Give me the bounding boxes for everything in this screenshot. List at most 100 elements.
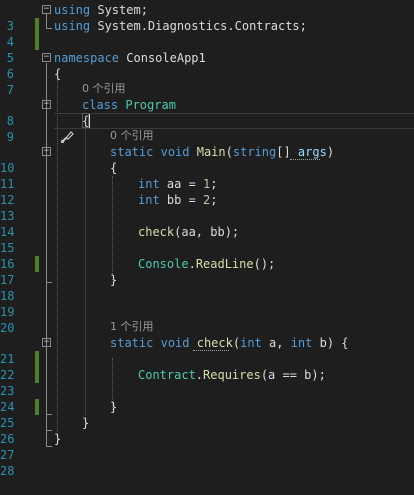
code-line[interactable]: 7 { xyxy=(0,66,414,97)
punct: ; xyxy=(210,177,218,191)
keyword: void xyxy=(160,145,190,159)
parameter: a, xyxy=(261,336,291,350)
punct: ) xyxy=(326,145,335,159)
method-name: ReadLine xyxy=(195,257,254,271)
code-line[interactable]: 13 int bb = 2; xyxy=(0,192,414,223)
line-number: 20 xyxy=(0,321,15,335)
code-line[interactable]: 23 Contract.Requires(a == b); xyxy=(0,367,414,398)
change-indicator xyxy=(35,399,39,415)
code-text[interactable]: } xyxy=(110,272,117,288)
code-line[interactable]: 14 xyxy=(0,208,414,239)
identifier: System xyxy=(97,3,141,17)
code-text[interactable]: { xyxy=(110,160,117,176)
quick-action-brush-icon[interactable] xyxy=(17,114,75,144)
punct: ( xyxy=(225,145,233,159)
code-line[interactable]: 5 xyxy=(0,34,414,65)
change-indicator xyxy=(35,34,39,50)
line-number: 7 xyxy=(6,83,14,97)
code-line[interactable]: 28 xyxy=(0,447,414,478)
fold-toggle-icon[interactable]: − xyxy=(42,100,51,109)
code-editor[interactable]: 3 − using System; 4 using System.Diagnos… xyxy=(0,0,414,478)
code-text[interactable]: static void check(int a, int b) { xyxy=(110,335,349,351)
punct: ; xyxy=(140,3,148,17)
punct: (); xyxy=(253,257,276,271)
line-number: 28 xyxy=(0,464,15,478)
identifier: bb = xyxy=(159,193,204,207)
codelens-references[interactable]: 1 个引用 xyxy=(110,319,154,335)
type-name: Console xyxy=(138,257,189,271)
identifier: ConsoleApp1 xyxy=(126,51,206,65)
code-line[interactable]: 25 } xyxy=(0,399,414,430)
code-line[interactable]: 16 xyxy=(0,240,414,271)
change-indicator xyxy=(35,351,39,367)
code-line[interactable]: 21 − static void check(int a, int b) { xyxy=(0,335,414,366)
keyword: class xyxy=(82,98,119,112)
code-text[interactable]: using System.Diagnostics.Contracts; xyxy=(54,18,307,34)
identifier: (aa, bb); xyxy=(174,225,240,239)
code-line[interactable]: 8 − class Program xyxy=(0,97,414,128)
code-text[interactable]: { xyxy=(54,66,61,82)
change-indicator xyxy=(35,256,39,272)
code-line[interactable]: 24 xyxy=(0,383,414,414)
code-text[interactable]: } xyxy=(82,415,89,431)
punct: ; xyxy=(210,193,218,207)
parameter: b) { xyxy=(312,336,349,350)
code-text[interactable]: using System; xyxy=(54,2,148,18)
keyword: static xyxy=(110,336,154,350)
punct: . xyxy=(195,368,204,382)
punct: ( xyxy=(232,336,241,350)
code-line[interactable]: 20 xyxy=(0,304,414,335)
code-line[interactable]: 3 − using System; xyxy=(0,2,414,33)
code-text[interactable]: } xyxy=(54,431,61,447)
codelens-references[interactable]: 0 个引用 xyxy=(110,128,154,144)
code-line[interactable]: 6 − namespace ConsoleApp1 xyxy=(0,50,414,81)
keyword: string xyxy=(232,145,277,159)
code-line[interactable]: 4 using System.Diagnostics.Contracts; xyxy=(0,18,414,49)
method-name: Requires xyxy=(203,368,261,382)
identifier: aa = xyxy=(159,177,204,191)
code-text[interactable]: int bb = 2; xyxy=(138,192,218,208)
change-indicator xyxy=(35,18,39,34)
keyword: static xyxy=(110,145,154,159)
method-name: Main xyxy=(196,145,226,159)
codelens-references[interactable]: 0 个引用 xyxy=(82,81,126,97)
identifier: (a == b); xyxy=(260,368,326,382)
fold-toggle-icon[interactable]: − xyxy=(42,147,51,156)
code-line[interactable]: 15 check(aa, bb); xyxy=(0,224,414,255)
code-line[interactable]: 11 { xyxy=(0,160,414,191)
code-line[interactable]: 12 int aa = 1; xyxy=(0,176,414,207)
code-line[interactable]: 9 { xyxy=(0,113,414,144)
code-text[interactable]: check(aa, bb); xyxy=(138,224,239,240)
type-name: Contract xyxy=(138,368,196,382)
code-line[interactable]: 27 } xyxy=(0,431,414,462)
keyword: using xyxy=(54,3,91,17)
fold-toggle-icon[interactable]: − xyxy=(42,53,51,62)
type-name: Program xyxy=(125,98,176,112)
keyword: int xyxy=(138,193,160,207)
punct: ; xyxy=(299,19,307,33)
code-line[interactable]: 26 } xyxy=(0,415,414,446)
code-text[interactable]: } xyxy=(110,399,117,415)
code-line[interactable]: 10 − static void Main(string[] args) xyxy=(0,144,414,175)
line-number: 9 xyxy=(6,130,14,144)
identifier: System.Diagnostics.Contracts xyxy=(97,19,300,33)
code-line[interactable]: 18 } xyxy=(0,272,414,303)
method-name: check xyxy=(138,225,175,239)
keyword: using xyxy=(54,19,91,33)
text-caret xyxy=(89,114,90,128)
code-text[interactable]: Console.ReadLine(); xyxy=(138,256,275,272)
change-indicator xyxy=(35,367,39,383)
keyword: int xyxy=(240,336,262,350)
keyword: namespace xyxy=(54,51,120,65)
punct: . xyxy=(188,257,196,271)
keyword: void xyxy=(160,336,190,350)
fold-toggle-icon[interactable]: − xyxy=(42,5,51,14)
code-text[interactable]: namespace ConsoleApp1 xyxy=(54,50,206,66)
code-text[interactable]: int aa = 1; xyxy=(138,176,218,192)
code-line[interactable]: 22 xyxy=(0,351,414,382)
code-text[interactable]: class Program xyxy=(82,97,176,113)
code-line[interactable]: 17 Console.ReadLine(); xyxy=(0,256,414,287)
fold-toggle-icon[interactable]: − xyxy=(42,338,51,347)
code-text[interactable]: Contract.Requires(a == b); xyxy=(138,367,326,383)
code-line[interactable]: 19 xyxy=(0,288,414,319)
